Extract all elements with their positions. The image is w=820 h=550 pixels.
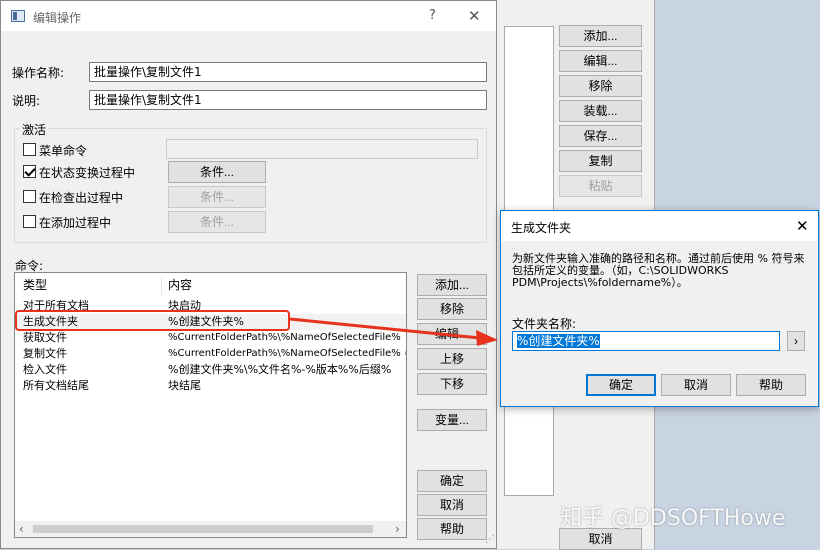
edit-operation-dialog: 编辑操作 ? ✕ 操作名称: 批量操作\复制文件1 说明: 批量操作\复制文件1… — [0, 0, 497, 549]
horizontal-scrollbar[interactable]: ‹ › — [15, 521, 406, 537]
scroll-thumb[interactable] — [33, 525, 373, 533]
checkout-label: 在检查出过程中 — [39, 191, 124, 205]
checkout-condition-button[interactable]: 条件... — [168, 186, 266, 208]
folder-dialog-title: 生成文件夹 — [511, 221, 572, 235]
description-label: 说明: — [12, 94, 41, 108]
menu-command-field[interactable] — [166, 139, 478, 159]
row-type: 所有文档结尾 — [23, 379, 89, 392]
bg-copy-button[interactable]: 复制 — [559, 150, 642, 172]
row-type: 复制文件 — [23, 347, 67, 360]
menu-command-checkbox[interactable] — [23, 143, 36, 156]
add-process-label: 在添加过程中 — [39, 216, 112, 230]
title-bar: 编辑操作 ? ✕ — [1, 1, 496, 31]
add-command-button[interactable]: 添加... — [417, 274, 487, 296]
row-content: 块结尾 — [168, 379, 201, 392]
activation-label: 激活 — [20, 121, 49, 138]
arrow-head — [476, 330, 498, 346]
folder-name-field[interactable]: %创建文件夹% — [512, 331, 780, 351]
table-row[interactable]: 检入文件 %创建文件夹%\%文件名%-%版本%%后缀% — [15, 362, 406, 378]
list-header: 类型 内容 — [15, 277, 406, 295]
menu-command-label: 菜单命令 — [39, 144, 88, 158]
add-process-checkbox[interactable] — [23, 215, 36, 228]
folder-cancel-button[interactable]: 取消 — [661, 374, 731, 396]
description-field[interactable]: 批量操作\复制文件1 — [89, 90, 487, 110]
insert-variable-button[interactable]: › — [787, 331, 805, 351]
move-down-button[interactable]: 下移 — [417, 373, 487, 395]
state-change-label: 在状态变换过程中 — [39, 166, 136, 180]
bg-edit-button[interactable]: 编辑... — [559, 50, 642, 72]
folder-help-button[interactable]: 帮助 — [736, 374, 806, 396]
help-title-icon[interactable]: ? — [429, 8, 436, 23]
folder-ok-button[interactable]: 确定 — [586, 374, 656, 396]
operation-name-field[interactable]: 批量操作\复制文件1 — [89, 62, 487, 82]
watermark: 知乎 @DDSOFTHowe — [560, 506, 786, 531]
scroll-right-icon[interactable]: › — [395, 522, 400, 536]
bg-add-button[interactable]: 添加... — [559, 25, 642, 47]
column-type-header[interactable]: 类型 — [23, 277, 47, 293]
row-type: 检入文件 — [23, 363, 67, 376]
folder-name-label: 文件夹名称: — [512, 317, 577, 331]
bg-load-button[interactable]: 装载... — [559, 100, 642, 122]
state-change-condition-button[interactable]: 条件... — [168, 161, 266, 183]
bg-remove-button[interactable]: 移除 — [559, 75, 642, 97]
dialog-title: 编辑操作 — [33, 11, 82, 25]
folder-name-selected-text: %创建文件夹% — [517, 334, 600, 348]
red-arrow — [289, 317, 498, 346]
state-change-checkbox[interactable] — [23, 165, 36, 178]
help-button[interactable]: 帮助 — [417, 518, 487, 540]
highlight-box — [15, 310, 290, 331]
close-icon[interactable]: ✕ — [468, 7, 481, 25]
close-icon[interactable]: ✕ — [796, 217, 809, 235]
ok-button[interactable]: 确定 — [417, 470, 487, 492]
scroll-left-icon[interactable]: ‹ — [19, 522, 24, 536]
row-content: %创建文件夹%\%文件名%-%版本%%后缀% — [168, 363, 392, 376]
folder-instructions: 为新文件夹输入准确的路径和名称。通过前后使用 % 符号来包括所定义的变量。（如，… — [512, 252, 805, 289]
folder-title-bar: 生成文件夹 ✕ — [501, 211, 818, 241]
bg-save-button[interactable]: 保存... — [559, 125, 642, 147]
row-type: 获取文件 — [23, 331, 67, 344]
cancel-button[interactable]: 取消 — [417, 494, 487, 516]
table-row[interactable]: 所有文档结尾 块结尾 — [15, 378, 406, 394]
column-divider[interactable] — [161, 277, 162, 295]
window-icon — [11, 10, 25, 22]
create-folder-dialog: 生成文件夹 ✕ 为新文件夹输入准确的路径和名称。通过前后使用 % 符号来包括所定… — [500, 210, 819, 407]
resize-grip-icon[interactable]: ⋰ — [485, 534, 495, 545]
move-up-button[interactable]: 上移 — [417, 348, 487, 370]
bg-paste-button[interactable]: 粘贴 — [559, 175, 642, 197]
column-content-header[interactable]: 内容 — [168, 277, 192, 293]
add-process-condition-button[interactable]: 条件... — [168, 211, 266, 233]
variables-button[interactable]: 变量... — [417, 409, 487, 431]
arrow-line — [289, 317, 481, 340]
operation-name-label: 操作名称: — [12, 66, 65, 80]
checkout-checkbox[interactable] — [23, 190, 36, 203]
